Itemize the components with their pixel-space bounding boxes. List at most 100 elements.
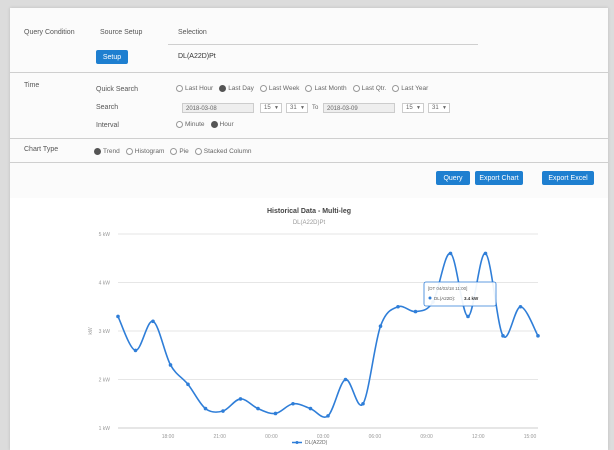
x-tick-label: 00:00 <box>265 434 278 440</box>
divider <box>10 138 608 139</box>
hour-to-value: 15 <box>406 105 413 111</box>
selection-value: DL(A22D)Pt <box>178 53 216 60</box>
hour-from-value: 15 <box>264 105 271 111</box>
minute-from-select[interactable]: 31 ▼ <box>286 103 308 113</box>
hour-to-select[interactable]: 15 ▼ <box>402 103 424 113</box>
radio-last-year[interactable] <box>392 85 400 92</box>
data-point <box>396 304 400 309</box>
data-point <box>133 348 138 353</box>
data-point <box>448 251 453 256</box>
chart-type-options: Trend Histogram Pie Stacked Column <box>88 148 251 155</box>
radio-last-qtr[interactable] <box>352 85 360 92</box>
query-form: Query Condition Source Setup Selection S… <box>10 8 608 198</box>
search-label: Search <box>96 104 119 111</box>
radio-label: Pie <box>179 148 189 155</box>
chevron-down-icon: ▼ <box>300 105 305 111</box>
export-chart-button[interactable]: Export Chart <box>475 171 523 185</box>
y-tick-label: 4 kW <box>99 281 111 287</box>
data-point <box>186 382 190 387</box>
data-point <box>273 411 278 416</box>
radio-minute[interactable] <box>176 121 183 128</box>
tooltip-marker <box>428 296 432 300</box>
x-tick-label: 09:00 <box>420 434 433 440</box>
radio-label: Last Month <box>314 85 347 92</box>
time-label: Time <box>24 82 40 89</box>
data-point <box>361 401 365 406</box>
radio-histogram[interactable] <box>125 148 133 155</box>
data-point <box>518 304 523 309</box>
data-point <box>291 401 295 406</box>
query-panel: Query Condition Source Setup Selection S… <box>10 8 608 450</box>
radio-last-month[interactable] <box>305 85 313 92</box>
tooltip-time: [DT 04/03/18 11:00] <box>428 286 467 291</box>
x-tick-label: 15:00 <box>524 434 537 440</box>
data-point <box>501 334 505 338</box>
x-tick-label: 18:00 <box>162 434 175 440</box>
y-axis-label: kW <box>88 327 94 335</box>
interval-label: Interval <box>96 122 119 129</box>
radio-label: Last Day <box>228 85 254 92</box>
series-line <box>117 252 539 418</box>
radio-last-week[interactable] <box>259 85 267 92</box>
trend-chart: 1 kW2 kW3 kW4 kW5 kWkW18:00 21:00 00:00 03:… <box>88 232 540 446</box>
radio-pie[interactable] <box>170 148 178 155</box>
chevron-down-icon: ▼ <box>274 105 279 111</box>
data-point <box>413 309 418 314</box>
data-point <box>168 363 173 367</box>
radio-last-day[interactable] <box>219 85 227 92</box>
export-excel-button[interactable]: Export Excel <box>542 171 594 185</box>
data-point <box>326 414 330 418</box>
x-tick-label: 06:00 <box>369 434 382 440</box>
source-setup-label: Source Setup <box>100 29 143 36</box>
divider <box>10 72 608 73</box>
divider <box>10 162 608 163</box>
minute-to-value: 31 <box>432 105 439 111</box>
radio-last-hour[interactable] <box>176 85 183 92</box>
data-point <box>203 406 208 411</box>
data-point <box>308 406 313 411</box>
radio-label: Last Week <box>268 85 300 92</box>
tooltip-value: 3.4 kW <box>464 296 479 301</box>
radio-label: Last Qtr. <box>361 85 387 92</box>
divider <box>168 44 478 45</box>
radio-label: Minute <box>185 121 205 128</box>
y-tick-label: 2 kW <box>99 378 111 384</box>
quick-search-options: Last Hour Last Day Last Week Last Month … <box>170 85 428 92</box>
chart-type-label: Chart Type <box>24 146 59 153</box>
radio-label: Last Year <box>401 85 429 92</box>
query-condition-label: Query Condition <box>24 29 75 36</box>
y-tick-label: 3 kW <box>99 329 111 335</box>
chevron-down-icon: ▼ <box>442 105 447 111</box>
minute-to-select[interactable]: 31 ▼ <box>428 103 450 113</box>
data-point <box>378 324 383 328</box>
selection-label: Selection <box>178 29 207 36</box>
data-point <box>466 314 470 319</box>
tooltip-series: DL(A22D): <box>434 296 455 301</box>
radio-label: Last Hour <box>185 85 214 92</box>
legend-label: DL(A22D) <box>305 440 328 446</box>
radio-stacked-column[interactable] <box>194 148 202 155</box>
date-to-field[interactable]: 2018-03-09 <box>323 103 395 113</box>
hour-from-select[interactable]: 15 ▼ <box>260 103 282 113</box>
minute-from-value: 31 <box>290 105 297 111</box>
data-point <box>221 409 225 413</box>
x-tick-label: 12:00 <box>472 434 485 440</box>
query-button[interactable]: Query <box>436 171 470 185</box>
legend-marker-dot <box>295 441 299 444</box>
date-from-field[interactable]: 2018-03-08 <box>182 103 254 113</box>
radio-trend[interactable] <box>94 148 101 155</box>
data-point <box>238 397 243 401</box>
y-tick-label: 1 kW <box>99 426 111 432</box>
radio-label: Hour <box>219 121 234 128</box>
radio-label: Histogram <box>134 148 165 155</box>
setup-button[interactable]: Setup <box>96 50 128 64</box>
to-label: To <box>312 105 319 111</box>
data-point <box>536 334 540 338</box>
y-tick-label: 5 kW <box>99 232 111 238</box>
chevron-down-icon: ▼ <box>416 105 421 111</box>
radio-hour[interactable] <box>210 121 218 128</box>
chart-container: Historical Data - Multi-leg DL(A22D)Pt 1… <box>10 208 608 450</box>
radio-label: Stacked Column <box>203 148 252 155</box>
quick-search-label: Quick Search <box>96 86 139 93</box>
data-point <box>151 319 155 324</box>
